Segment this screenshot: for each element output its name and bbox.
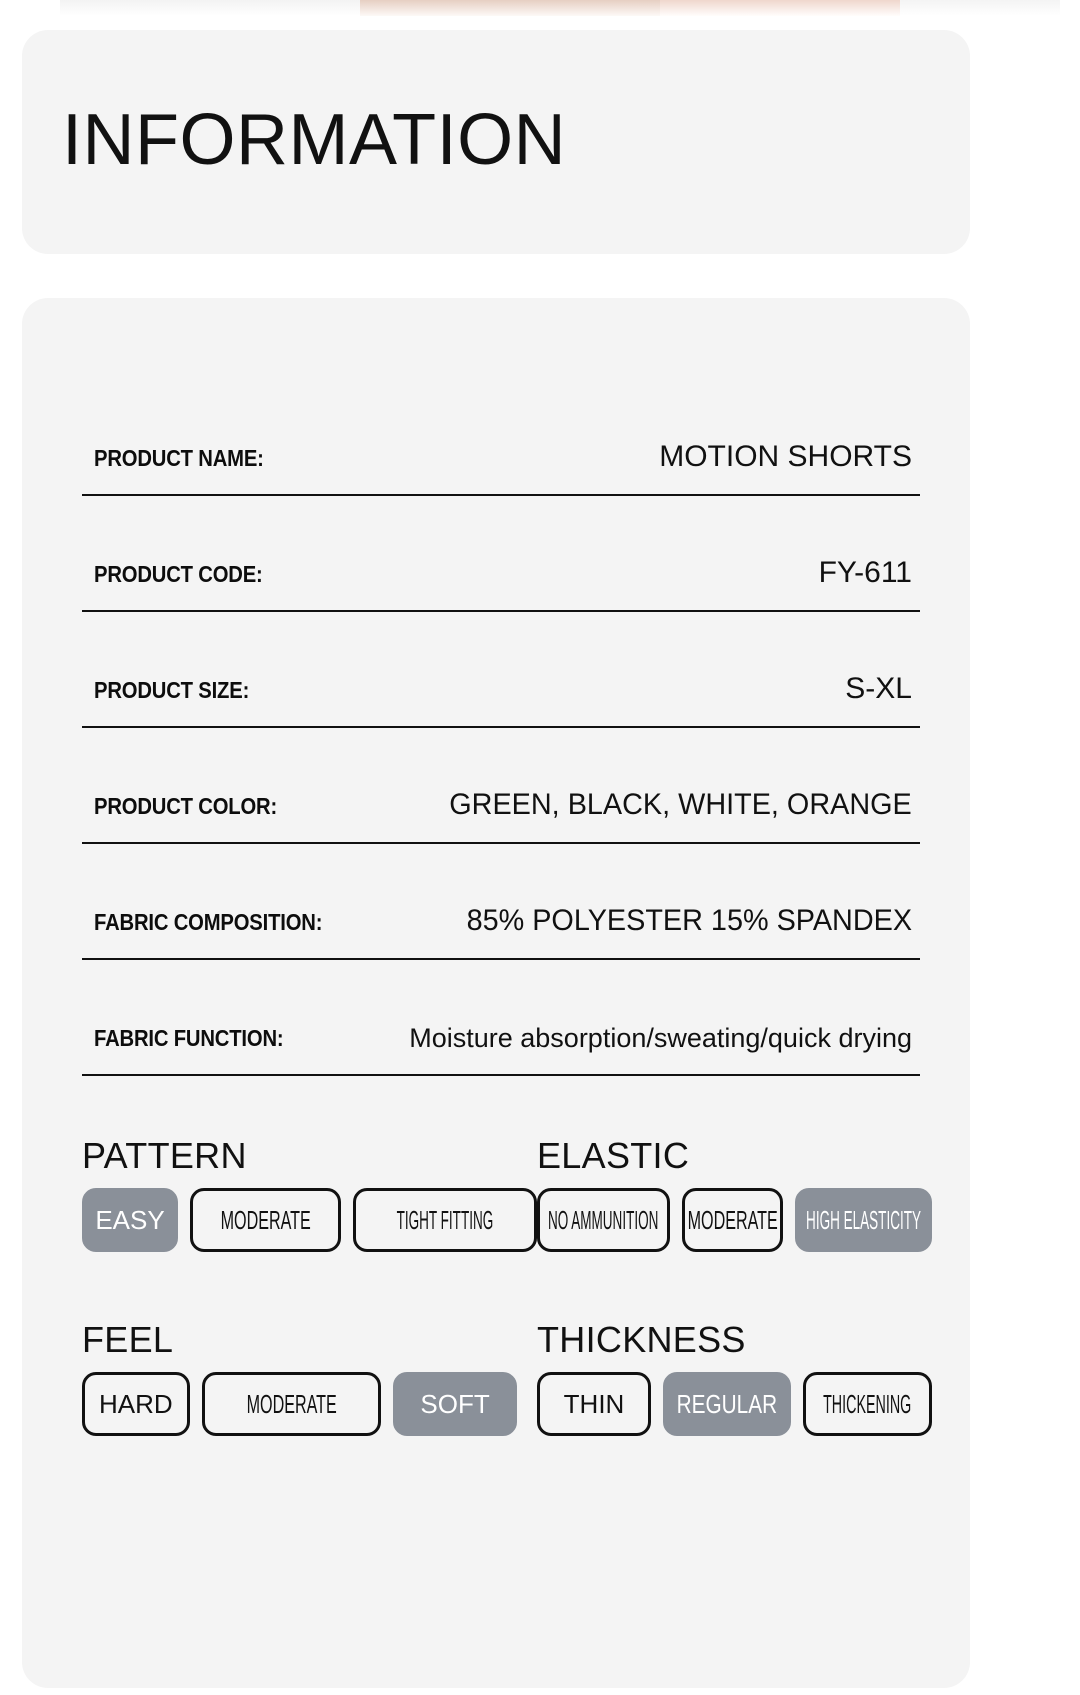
chip-pattern-easy[interactable]: EASY [82,1188,178,1252]
attribute-group-elastic: ELASTIC NO AMMUNITION MODERATE HIGH ELAS… [537,1138,932,1252]
chip-thickness-thin[interactable]: THIN [537,1372,651,1436]
chip-thickness-regular[interactable]: REGULAR [663,1372,791,1436]
attribute-row: FEEL HARD MODERATE SOFT THICKNESS THIN R… [82,1322,932,1436]
chip-label: MODERATE [220,1204,311,1235]
attribute-group-pattern: PATTERN EASY MODERATE TIGHT FITTING [82,1138,537,1252]
spec-value: Moisture absorption/sweating/quick dryin… [409,1023,912,1053]
chip-pattern-tight-fitting[interactable]: TIGHT FITTING [353,1188,537,1252]
specification-table: PRODUCT NAME: MOTION SHORTS PRODUCT CODE… [82,380,920,1076]
table-row: PRODUCT NAME: MOTION SHORTS [82,380,920,496]
spec-label: PRODUCT SIZE: [94,677,250,703]
information-header-card: INFORMATION [22,30,970,254]
chip-row: NO AMMUNITION MODERATE HIGH ELASTICITY [537,1188,932,1252]
attribute-group-feel: FEEL HARD MODERATE SOFT [82,1322,537,1436]
chip-thickness-thickening[interactable]: THICKENING [803,1372,932,1436]
table-row: PRODUCT COLOR: GREEN, BLACK, WHITE, ORAN… [82,728,920,844]
chip-label: MODERATE [687,1204,778,1235]
spec-label: PRODUCT CODE: [94,561,263,587]
spec-label: PRODUCT COLOR: [94,793,278,819]
chip-label: REGULAR [676,1388,778,1419]
chip-label: THIN [563,1388,625,1419]
table-row: PRODUCT SIZE: S-XL [82,612,920,728]
chip-feel-moderate[interactable]: MODERATE [201,1372,382,1436]
attribute-row: PATTERN EASY MODERATE TIGHT FITTING ELAS… [82,1138,932,1252]
page-top-image-bleed [0,0,1080,16]
page-title: INFORMATION [62,100,567,180]
chip-row: HARD MODERATE SOFT [82,1372,537,1436]
table-row: FABRIC COMPOSITION: 85% POLYESTER 15% SP… [82,844,920,960]
chip-label: HARD [99,1388,173,1419]
table-row: FABRIC FUNCTION: Moisture absorption/swe… [82,960,920,1076]
bleed-segment [900,0,1060,16]
table-row: PRODUCT CODE: FY-611 [82,496,920,612]
bleed-segment [60,0,360,16]
chip-elastic-high-elasticity[interactable]: HIGH ELASTICITY [795,1188,932,1252]
chip-pattern-moderate[interactable]: MODERATE [190,1188,342,1252]
spec-value: S-XL [845,672,912,705]
bleed-segment [660,0,900,16]
chip-row: THIN REGULAR THICKENING [537,1372,932,1436]
chip-label: THICKENING [823,1388,912,1419]
chip-label: SOFT [420,1388,490,1419]
attribute-groups: PATTERN EASY MODERATE TIGHT FITTING ELAS… [82,1138,932,1436]
spec-value: 85% POLYESTER 15% SPANDEX [466,904,912,937]
spec-label: PRODUCT NAME: [94,445,264,471]
attribute-group-title: THICKNESS [537,1319,746,1360]
spec-label: FABRIC COMPOSITION: [94,909,323,935]
chip-feel-hard[interactable]: HARD [82,1372,190,1436]
chip-label: HIGH ELASTICITY [806,1204,922,1235]
chip-elastic-moderate[interactable]: MODERATE [681,1188,784,1252]
attribute-group-title: PATTERN [82,1135,247,1176]
attribute-group-title: ELASTIC [537,1135,690,1176]
bleed-segment [360,0,660,16]
chip-label: MODERATE [246,1388,337,1419]
chip-row: EASY MODERATE TIGHT FITTING [82,1188,537,1252]
attribute-group-thickness: THICKNESS THIN REGULAR THICKENING [537,1322,932,1436]
chip-label: EASY [95,1204,165,1235]
spec-value: MOTION SHORTS [659,440,912,473]
attribute-group-title: FEEL [82,1319,174,1360]
chip-label: TIGHT FITTING [396,1204,494,1235]
spec-value: GREEN, BLACK, WHITE, ORANGE [449,788,912,821]
chip-feel-soft[interactable]: SOFT [393,1372,518,1436]
chip-label: NO AMMUNITION [548,1204,659,1235]
spec-label: FABRIC FUNCTION: [94,1025,284,1051]
spec-value: FY-611 [818,556,912,589]
chip-elastic-no-ammunition[interactable]: NO AMMUNITION [537,1188,670,1252]
product-information-card: PRODUCT NAME: MOTION SHORTS PRODUCT CODE… [22,298,970,1688]
